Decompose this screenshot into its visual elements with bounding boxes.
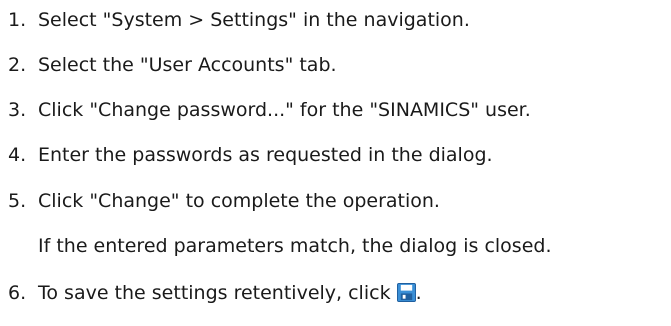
save-icon	[396, 283, 416, 302]
step-5: 5. Click "Change" to complete the operati…	[0, 189, 440, 213]
step-trailing-punctuation: .	[415, 282, 422, 304]
step-text: Click "Change password..." for the "SINA…	[38, 99, 531, 121]
step-number: 4.	[8, 144, 27, 166]
step-text: Select "System > Settings" in the naviga…	[38, 9, 470, 31]
step-number: 2.	[8, 54, 27, 76]
step-2: 2. Select the "User Accounts" tab.	[0, 53, 337, 77]
step-3: 3. Click "Change password..." for the "SI…	[0, 98, 531, 122]
step-5-result: If the entered parameters match, the dia…	[38, 235, 552, 257]
step-number: 1.	[8, 9, 27, 31]
step-number: 6.	[8, 282, 27, 304]
step-number: 5.	[8, 190, 27, 212]
step-text: Click "Change" to complete the operation…	[38, 190, 440, 212]
step-text: Select the "User Accounts" tab.	[38, 54, 337, 76]
step-number: 3.	[8, 99, 27, 121]
instruction-list: 1. Select "System > Settings" in the navi…	[0, 0, 671, 326]
step-text: To save the settings retentively, click	[38, 282, 391, 304]
step-text: Enter the passwords as requested in the …	[38, 144, 493, 166]
step-6: 6. To save the settings retentively, clic…	[0, 281, 422, 305]
step-4: 4. Enter the passwords as requested in th…	[0, 143, 493, 167]
step-1: 1. Select "System > Settings" in the navi…	[0, 8, 470, 32]
